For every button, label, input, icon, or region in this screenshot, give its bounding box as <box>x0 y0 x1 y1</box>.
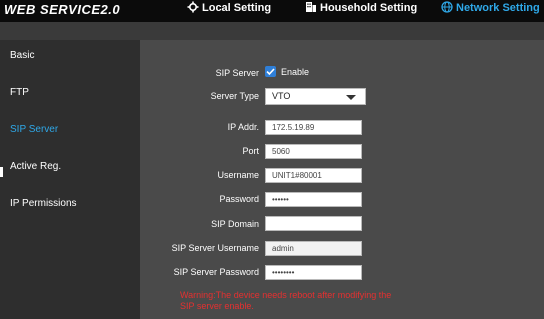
port-label: Port <box>242 146 259 156</box>
warning-message: Warning:The device needs reboot after mo… <box>180 290 392 311</box>
username-input[interactable]: UNIT1#80001 <box>265 168 362 183</box>
sidebar-scroll-marker <box>0 167 3 177</box>
nav-local-label: Local Setting <box>202 2 272 14</box>
server-type-select[interactable]: VTO <box>265 88 366 105</box>
sip-server-password-input[interactable]: •••••••• <box>265 265 362 280</box>
ip-addr-input[interactable]: 172.5.19.89 <box>265 120 362 135</box>
port-input[interactable]: 5060 <box>265 144 362 159</box>
top-bar: WEB SERVICE2.0 Local Setting Household S… <box>0 0 544 22</box>
password-input[interactable]: •••••• <box>265 192 362 207</box>
globe-icon <box>441 1 453 13</box>
nav-network-label: Network Setting <box>456 2 540 14</box>
sip-domain-input[interactable] <box>265 216 362 231</box>
sip-server-username-label: SIP Server Username <box>171 243 259 253</box>
sidebar-item-ip-permissions[interactable]: IP Permissions <box>10 198 77 209</box>
nav-local-setting[interactable]: Local Setting <box>187 1 271 23</box>
sip-server-password-label: SIP Server Password <box>173 267 259 277</box>
chevron-down-icon <box>346 95 356 100</box>
server-type-label: Server Type <box>210 91 259 101</box>
nav-household-setting[interactable]: Household Setting <box>305 1 417 23</box>
sidebar-item-ftp[interactable]: FTP <box>10 87 29 98</box>
check-icon <box>266 68 275 76</box>
sip-domain-label: SIP Domain <box>211 219 259 229</box>
ip-addr-label: IP Addr. <box>227 122 259 132</box>
sidebar: Basic FTP SIP Server Active Reg. IP Perm… <box>0 40 140 319</box>
brand-logo: WEB SERVICE2.0 <box>4 2 121 17</box>
enable-label: Enable <box>281 67 310 77</box>
nav-network-setting[interactable]: Network Setting <box>441 1 540 23</box>
sidebar-item-active-reg[interactable]: Active Reg. <box>10 161 61 172</box>
sidebar-item-basic[interactable]: Basic <box>10 50 34 61</box>
username-label: Username <box>217 170 259 180</box>
header-divider <box>0 22 544 40</box>
password-label: Password <box>219 194 259 204</box>
server-type-value: VTO <box>272 91 291 101</box>
gear-icon <box>187 1 199 13</box>
sip-server-username-input[interactable]: admin <box>265 241 362 256</box>
nav-household-label: Household Setting <box>320 2 418 14</box>
building-icon <box>305 1 317 13</box>
sip-server-label: SIP Server <box>215 68 259 78</box>
enable-checkbox[interactable] <box>265 66 276 77</box>
sidebar-item-sip-server[interactable]: SIP Server <box>10 124 58 135</box>
